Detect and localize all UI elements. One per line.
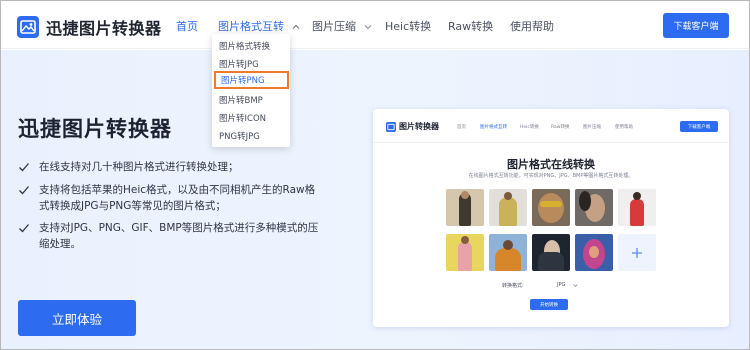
preview-thumbnail (446, 234, 484, 271)
nav-home-label: 首页 (176, 20, 198, 33)
nav-compress[interactable]: 图片压缩 (312, 18, 372, 34)
preview-title: 图片格式在线转换 (507, 158, 595, 171)
try-now-button[interactable]: 立即体验 (18, 300, 136, 336)
preview-logo: 图片转换器 (386, 121, 439, 132)
feature-line: 式转换成JPG与PNG等常见的图片格式； (39, 200, 226, 212)
nav-home[interactable]: 首页 (176, 18, 198, 34)
nav-heic-label: Heic转换 (385, 20, 432, 33)
dropdown-item-to-png[interactable]: 图片转PNG (214, 71, 289, 89)
chevron-down-icon (573, 284, 578, 287)
check-icon (19, 224, 29, 233)
feature-line: 支持对JPG、PNG、GIF、BMP等图片格式进行多种模式的压 (39, 222, 319, 234)
format-convert-dropdown: 图片格式转换 图片转JPG 图片转PNG 图片转BMP 图片转ICON PNG转… (212, 34, 290, 147)
preview-start-button: 开始转换 (530, 299, 568, 310)
logo-icon (17, 16, 39, 38)
preview-screenshot: 图片转换器 首页 图片格式互转 Heic转换 Raw转换 图片压缩 使用帮助 下… (373, 109, 729, 327)
plus-icon (632, 247, 642, 258)
preview-format-value: JPG (557, 282, 566, 288)
preview-thumbnail (446, 189, 484, 226)
preview-logo-icon (386, 121, 396, 132)
top-header: 迅捷图片转换器 首页 图片格式互转 图片压缩 Heic转换 Raw转换 使用帮助… (1, 1, 749, 49)
nav-help-label: 使用帮助 (510, 20, 554, 33)
preview-thumbnail (575, 189, 613, 226)
preview-thumbnail (532, 234, 570, 271)
check-icon (19, 186, 29, 195)
preview-thumbnail (575, 234, 613, 271)
preview-thumbnail (532, 189, 570, 226)
preview-nav-item: 首页 (457, 125, 466, 130)
dropdown-item-format-convert[interactable]: 图片格式转换 (212, 37, 290, 55)
dropdown-item-to-bmp[interactable]: 图片转BMP (212, 91, 290, 109)
chevron-up-icon (292, 24, 299, 29)
chevron-down-icon (364, 25, 371, 30)
preview-logo-text: 图片转换器 (399, 122, 439, 131)
preview-download-button: 下载客户端 (680, 121, 718, 132)
nav-compress-label: 图片压缩 (312, 20, 356, 33)
preview-nav-item: 使用帮助 (615, 125, 633, 130)
nav-raw-label: Raw转换 (448, 20, 494, 33)
add-image-tile (618, 234, 656, 271)
hero-title: 迅捷图片转换器 (18, 117, 172, 141)
preview-nav-item: 图片格式互转 (480, 125, 507, 130)
logo-text: 迅捷图片转换器 (46, 19, 162, 38)
nav-raw[interactable]: Raw转换 (448, 18, 493, 34)
nav-heic[interactable]: Heic转换 (385, 18, 431, 34)
preview-thumbnail (618, 189, 656, 226)
check-icon (19, 163, 29, 172)
preview-format-label: 转换格式: (502, 283, 524, 289)
feature-item: 在线支持对几十种图片格式进行转换处理； (18, 159, 239, 175)
preview-header: 图片转换器 首页 图片格式互转 Heic转换 Raw转换 图片压缩 使用帮助 下… (373, 109, 729, 143)
preview-thumbnail (489, 189, 527, 226)
feature-line: 在线支持对几十种图片格式进行转换处理； (39, 161, 239, 173)
feature-line: 缩处理。 (39, 238, 81, 250)
nav-format-convert-label: 图片格式互转 (218, 20, 284, 33)
dropdown-item-to-icon[interactable]: 图片转ICON (212, 109, 290, 127)
preview-thumbnail (489, 234, 527, 271)
browser-frame: 迅捷图片转换器 首页 图片格式互转 图片压缩 Heic转换 Raw转换 使用帮助… (0, 0, 750, 350)
preview-nav-item: Raw转换 (551, 125, 570, 130)
preview-subtitle: 在线图片格式互转功能，可实现对PNG、JPG、BMP等图片格式互转处理。 (468, 173, 634, 179)
nav-help[interactable]: 使用帮助 (510, 18, 554, 34)
nav-format-convert[interactable]: 图片格式互转 (218, 18, 300, 34)
preview-nav-item: 图片压缩 (583, 125, 601, 130)
feature-line: 支持将包括苹果的Heic格式，以及由不同相机产生的Raw格 (39, 184, 316, 196)
download-client-button[interactable]: 下载客户端 (663, 13, 729, 38)
feature-item: 支持对JPG、PNG、GIF、BMP等图片格式进行多种模式的压 缩处理。 (18, 220, 318, 252)
site-logo[interactable]: 迅捷图片转换器 (17, 15, 162, 39)
dropdown-item-png-to-jpg[interactable]: PNG转JPG (212, 127, 290, 145)
feature-item: 支持将包括苹果的Heic格式，以及由不同相机产生的Raw格 式转换成JPG与PN… (18, 182, 315, 214)
preview-nav-item: Heic转换 (520, 125, 539, 130)
